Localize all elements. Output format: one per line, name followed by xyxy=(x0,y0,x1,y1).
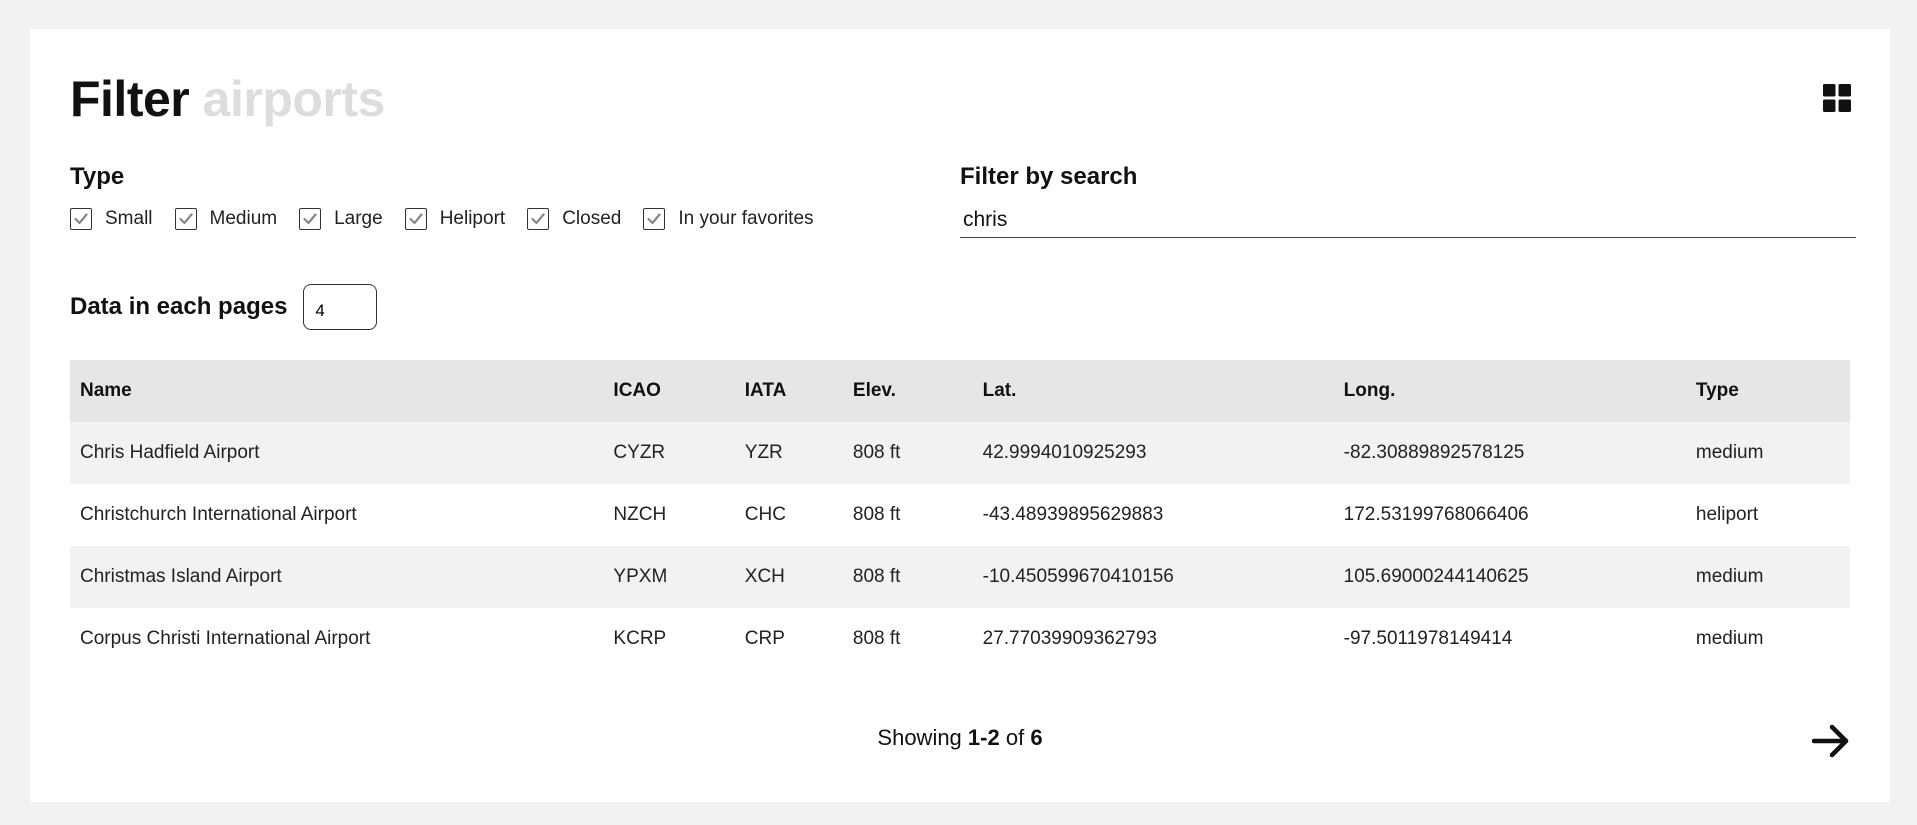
cell-elevation: 808 ft xyxy=(842,422,973,484)
table-row[interactable]: Christchurch International Airport NZCH CH… xyxy=(70,484,1850,546)
pagination-of: of xyxy=(1005,725,1025,750)
cell-iata: CRP xyxy=(734,608,843,670)
search-label: Filter by search xyxy=(960,163,1138,190)
type-option-label: Large xyxy=(334,207,383,229)
cell-latitude: 27.77039909362793 xyxy=(972,608,1334,670)
next-page-button[interactable] xyxy=(1811,722,1851,760)
type-checkbox[interactable] xyxy=(643,207,666,230)
cell-icao: YPXM xyxy=(603,546,735,608)
search-filter: Filter by search xyxy=(960,163,1856,238)
type-option[interactable]: Large xyxy=(299,207,383,230)
table-header-row: Name ICAO IATA Elev. Lat. Long. Type xyxy=(70,360,1850,422)
cell-longitude: -97.5011978149414 xyxy=(1333,608,1686,670)
cell-type: medium xyxy=(1685,546,1850,608)
cell-longitude: 172.53199768066406 xyxy=(1333,484,1686,546)
column-header-elevation[interactable]: Elev. xyxy=(842,360,973,422)
type-option[interactable]: In your favorites xyxy=(643,207,814,230)
column-header-name[interactable]: Name xyxy=(70,360,604,422)
cell-longitude: -82.30889892578125 xyxy=(1333,422,1686,484)
cell-iata: CHC xyxy=(734,484,843,546)
type-option-label: Heliport xyxy=(439,207,506,229)
type-option[interactable]: Closed xyxy=(527,207,622,230)
title-secondary: airports xyxy=(202,71,386,127)
type-checkbox[interactable] xyxy=(299,207,322,230)
title-primary: Filter xyxy=(70,71,190,127)
cell-elevation: 808 ft xyxy=(842,484,973,546)
type-options: Small Medium Large Heliport Closed In your fa… xyxy=(70,207,836,230)
page-size-control: Data in each pages xyxy=(70,284,378,330)
type-option[interactable]: Heliport xyxy=(404,207,506,230)
cell-icao: CYZR xyxy=(603,422,735,484)
checkmark-icon xyxy=(531,213,545,224)
table-row[interactable]: Christmas Island Airport YPXM XCH 808 ft -10… xyxy=(70,546,1850,608)
type-checkbox[interactable] xyxy=(404,207,427,230)
column-header-latitude[interactable]: Lat. xyxy=(972,360,1334,422)
cell-iata: YZR xyxy=(734,422,843,484)
search-input[interactable] xyxy=(960,203,1856,238)
checkmark-icon xyxy=(303,213,317,224)
cell-name: Christchurch International Airport xyxy=(70,484,604,546)
filter-card: Filter airports Type Small Medium Large Hel… xyxy=(30,29,1890,802)
cell-elevation: 808 ft xyxy=(842,546,973,608)
cell-latitude: -10.450599670410156 xyxy=(972,546,1334,608)
type-checkbox[interactable] xyxy=(70,207,92,230)
type-option-label: Medium xyxy=(209,207,278,229)
checkmark-icon xyxy=(178,213,193,224)
checkmark-icon xyxy=(409,213,423,224)
pagination-summary: Showing 1-2 of 6 xyxy=(30,725,1890,751)
type-option-label: In your favorites xyxy=(678,207,814,229)
cell-type: heliport xyxy=(1685,484,1850,546)
type-option-label: Small xyxy=(105,207,153,229)
cell-name: Corpus Christi International Airport xyxy=(70,608,604,670)
type-checkbox[interactable] xyxy=(174,207,197,230)
checkmark-icon xyxy=(647,213,661,224)
table-body: Chris Hadfield Airport CYZR YZR 808 ft 42.99… xyxy=(70,422,1850,670)
table-row[interactable]: Corpus Christi International Airport KCRP… xyxy=(70,608,1850,670)
cell-icao: KCRP xyxy=(603,608,735,670)
type-option-label: Closed xyxy=(562,207,622,229)
pagination-total: 6 xyxy=(1030,725,1043,750)
checkmark-icon xyxy=(74,213,88,224)
type-option[interactable]: Small xyxy=(70,207,153,230)
cell-latitude: 42.9994010925293 xyxy=(972,422,1334,484)
column-header-longitude[interactable]: Long. xyxy=(1333,360,1686,422)
page-title: Filter airports xyxy=(70,69,385,129)
grid-icon xyxy=(1823,84,1851,112)
pagination-range: 1-2 xyxy=(967,725,1000,750)
cell-icao: NZCH xyxy=(603,484,735,546)
table-row[interactable]: Chris Hadfield Airport CYZR YZR 808 ft 42.99… xyxy=(70,422,1850,484)
cell-name: Christmas Island Airport xyxy=(70,546,604,608)
cell-longitude: 105.69000244140625 xyxy=(1333,546,1686,608)
cell-latitude: -43.48939895629883 xyxy=(972,484,1334,546)
pagination-prefix: Showing xyxy=(877,725,962,750)
cell-iata: XCH xyxy=(734,546,843,608)
cell-type: medium xyxy=(1685,608,1850,670)
type-checkbox[interactable] xyxy=(527,207,550,230)
airports-table: Name ICAO IATA Elev. Lat. Long. Type Chris Had… xyxy=(70,360,1850,670)
cell-name: Chris Hadfield Airport xyxy=(70,422,604,484)
grid-view-button[interactable] xyxy=(1823,84,1851,112)
column-header-icao[interactable]: ICAO xyxy=(603,360,735,422)
type-filter-label: Type xyxy=(70,163,125,190)
cell-elevation: 808 ft xyxy=(842,608,973,670)
page-size-input[interactable] xyxy=(303,284,378,330)
column-header-iata[interactable]: IATA xyxy=(734,360,843,422)
page-size-label: Data in each pages xyxy=(70,293,288,320)
type-filter: Type Small Medium Large Heliport Closed In yo… xyxy=(70,163,836,230)
type-option[interactable]: Medium xyxy=(174,207,278,230)
column-header-type[interactable]: Type xyxy=(1685,360,1850,422)
arrow-right-icon xyxy=(1811,724,1849,758)
cell-type: medium xyxy=(1685,422,1850,484)
